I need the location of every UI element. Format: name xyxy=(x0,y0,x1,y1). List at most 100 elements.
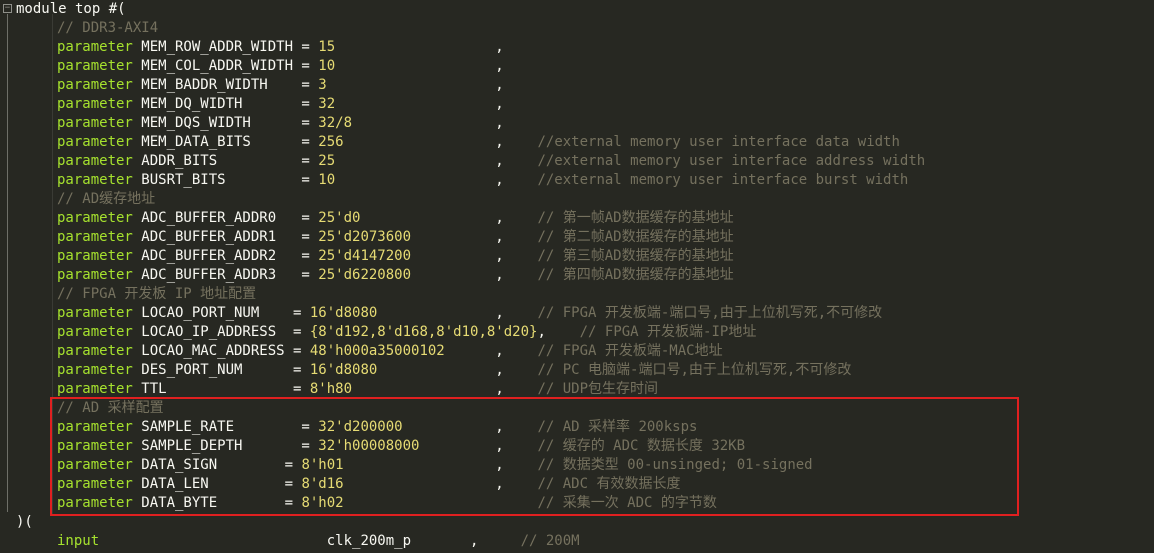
token-comment: //external memory user interface burst w… xyxy=(537,172,909,188)
token-keyword: parameter xyxy=(57,134,133,150)
code-line: parameter MEM_BADDR_WIDTH = 3 , xyxy=(57,76,504,95)
token-name: MEM_ROW_ADDR_WIDTH = xyxy=(132,39,319,55)
token-keyword: parameter xyxy=(57,248,133,264)
token-comment: // FPGA 开发板端-IP地址 xyxy=(579,324,757,340)
token-plain: , xyxy=(352,381,538,397)
token-keyword: parameter xyxy=(57,153,133,169)
code-line: // FPGA 开发板 IP 地址配置 xyxy=(57,285,256,304)
code-line: parameter LOCAO_MAC_ADDRESS = 48'h000a35… xyxy=(57,342,723,361)
token-plain: , xyxy=(411,248,538,264)
token-name: MEM_DQ_WIDTH = xyxy=(132,96,319,112)
token-plain: , xyxy=(335,39,504,55)
token-comment: // 第二帧AD数据缓存的基地址 xyxy=(537,229,734,245)
token-keyword: parameter xyxy=(57,210,133,226)
token-plain: , xyxy=(335,58,504,74)
token-name: ADDR_BITS = xyxy=(132,153,319,169)
token-name: MEM_DQS_WIDTH = xyxy=(132,115,319,131)
token-name: LOCAO_PORT_NUM = xyxy=(132,305,310,321)
token-keyword: parameter xyxy=(57,77,133,93)
token-plain: , xyxy=(326,77,504,93)
code-line: parameter ADC_BUFFER_ADDR2 = 25'd4147200… xyxy=(57,247,734,266)
token-number: 8'h80 xyxy=(309,381,353,397)
code-line: parameter BUSRT_BITS = 10 , //external m… xyxy=(57,171,908,190)
token-comment: //external memory user interface address… xyxy=(537,153,926,169)
token-keyword: parameter xyxy=(57,381,133,397)
code-line: parameter LOCAO_IP_ADDRESS = {8'd192,8'd… xyxy=(57,323,756,342)
token-comment: // 第四帧AD数据缓存的基地址 xyxy=(537,267,734,283)
token-plain: , xyxy=(343,134,538,150)
token-name: DES_PORT_NUM = xyxy=(132,362,310,378)
token-plain: , xyxy=(537,324,580,340)
token-plain: , xyxy=(335,172,538,188)
token-keyword: parameter xyxy=(57,324,133,340)
code-line: parameter ADC_BUFFER_ADDR3 = 25'd6220800… xyxy=(57,266,734,285)
token-number: 16'd8080 xyxy=(309,362,378,378)
token-keyword: parameter xyxy=(57,343,133,359)
token-name: ADC_BUFFER_ADDR3 = xyxy=(132,267,319,283)
token-comment: // 第三帧AD数据缓存的基地址 xyxy=(537,248,734,264)
token-keyword: parameter xyxy=(57,305,133,321)
code-line: parameter DES_PORT_NUM = 16'd8080 , // P… xyxy=(57,361,851,380)
token-number: 10 xyxy=(318,172,336,188)
token-name: BUSRT_BITS = xyxy=(132,172,319,188)
token-comment: // 第一帧AD数据缓存的基地址 xyxy=(537,210,734,226)
token-keyword: parameter xyxy=(57,96,133,112)
token-number: {8'd192,8'd168,8'd10,8'd20} xyxy=(309,324,538,340)
token-comment: // PC 电脑端-端口号,由于上位机写死,不可修改 xyxy=(537,362,852,378)
token-name: ADC_BUFFER_ADDR2 = xyxy=(132,248,319,264)
token-number: 15 xyxy=(318,39,336,55)
fold-gutter: − xyxy=(0,0,14,553)
token-plain: , xyxy=(335,96,504,112)
token-comment: // FPGA 开发板端-MAC地址 xyxy=(537,343,723,359)
token-plain: module top #( xyxy=(16,1,126,17)
token-name: MEM_BADDR_WIDTH = xyxy=(132,77,319,93)
token-plain: , xyxy=(377,362,538,378)
token-comment: // FPGA 开发板 IP 地址配置 xyxy=(57,286,257,302)
fold-collapse-icon[interactable]: − xyxy=(3,4,12,13)
code-line: parameter ADDR_BITS = 25 , //external me… xyxy=(57,152,925,171)
token-name: clk_200m_p , xyxy=(99,533,521,549)
token-keyword: parameter xyxy=(57,229,133,245)
token-comment: // AD缓存地址 xyxy=(57,191,156,207)
code-line: parameter MEM_COL_ADDR_WIDTH = 10 , xyxy=(57,57,504,76)
token-name: ADC_BUFFER_ADDR1 = xyxy=(132,229,319,245)
token-plain: )( xyxy=(16,514,33,530)
token-name: TTL = xyxy=(132,381,310,397)
token-number: 256 xyxy=(318,134,344,150)
code-line: // AD缓存地址 xyxy=(57,190,155,209)
code-line: parameter MEM_DQS_WIDTH = 32/8 , xyxy=(57,114,504,133)
token-comment: // 200M xyxy=(520,533,580,549)
token-number: 25'd6220800 xyxy=(318,267,412,283)
code-editor[interactable]: − module top #( // DDR3-AXI4 parameter MEM… xyxy=(0,0,1154,553)
token-keyword: parameter xyxy=(57,362,133,378)
token-keyword: parameter xyxy=(57,115,133,131)
token-comment: // DDR3-AXI4 xyxy=(57,20,159,36)
token-plain: , xyxy=(377,305,538,321)
token-plain: , xyxy=(411,267,538,283)
token-plain: , xyxy=(444,343,538,359)
token-number: 32/8 xyxy=(318,115,353,131)
code-line: input clk_200m_p , // 200M xyxy=(57,532,580,551)
token-number: 48'h000a35000102 xyxy=(309,343,445,359)
token-number: 25 xyxy=(318,153,336,169)
token-number: 10 xyxy=(318,58,336,74)
token-name: LOCAO_MAC_ADDRESS = xyxy=(132,343,310,359)
token-name: ADC_BUFFER_ADDR0 = xyxy=(132,210,319,226)
code-line: parameter MEM_ROW_ADDR_WIDTH = 15 , xyxy=(57,38,504,57)
token-plain: , xyxy=(360,210,538,226)
token-name: MEM_DATA_BITS = xyxy=(132,134,319,150)
token-keyword: parameter xyxy=(57,39,133,55)
highlight-annotation-box xyxy=(50,397,1019,516)
token-number: 25'd4147200 xyxy=(318,248,412,264)
token-keyword: input xyxy=(57,533,100,549)
code-line: )( xyxy=(16,513,33,532)
code-line: parameter LOCAO_PORT_NUM = 16'd8080 , //… xyxy=(57,304,882,323)
code-line: parameter MEM_DQ_WIDTH = 32 , xyxy=(57,95,504,114)
token-number: 25'd2073600 xyxy=(318,229,412,245)
token-number: 3 xyxy=(318,77,327,93)
code-line: module top #( xyxy=(16,0,126,19)
token-comment: //external memory user interface data wi… xyxy=(537,134,900,150)
code-line: parameter MEM_DATA_BITS = 256 , //extern… xyxy=(57,133,900,152)
token-name: LOCAO_IP_ADDRESS = xyxy=(132,324,310,340)
token-number: 32 xyxy=(318,96,336,112)
